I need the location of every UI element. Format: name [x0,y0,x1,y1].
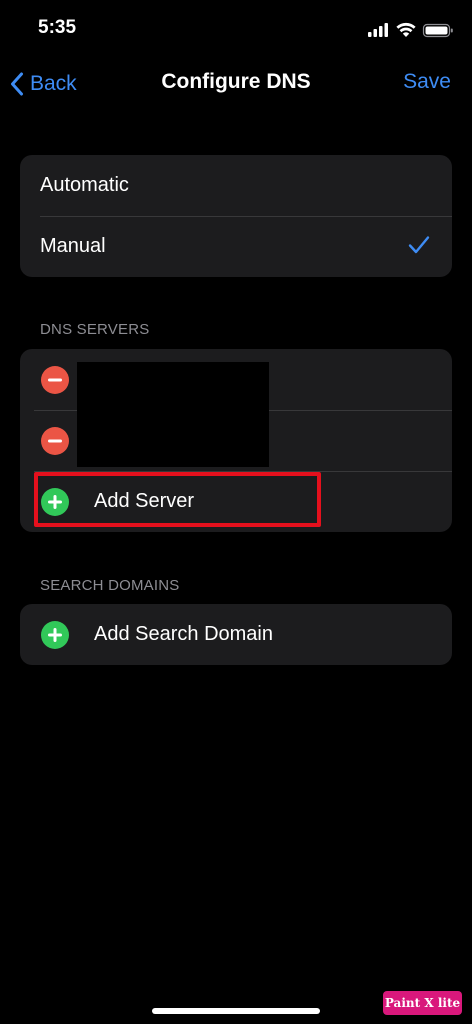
option-manual-label: Manual [40,235,106,257]
redacted-server-addresses [77,362,269,467]
add-search-domain-button[interactable] [41,621,69,649]
plus-icon [48,628,62,642]
battery-icon [422,23,453,38]
dns-servers-header: DNS SERVERS [40,321,150,338]
add-search-domain-row[interactable]: Add Search Domain [20,604,452,665]
option-automatic-label: Automatic [40,174,129,196]
watermark-logo: Paint X lite [383,991,462,1015]
add-server-row[interactable]: Add Server [20,471,452,532]
status-icons [368,21,454,39]
add-search-domain-label: Add Search Domain [94,623,273,645]
search-domains-group: Add Search Domain [20,604,452,665]
divider [34,471,452,472]
page-title: Configure DNS [161,70,311,93]
status-time: 5:35 [38,17,77,38]
plus-icon [48,495,62,509]
minus-icon [48,378,62,382]
search-domains-header: SEARCH DOMAINS [40,577,180,594]
divider [40,216,452,217]
wifi-icon [396,22,416,37]
cellular-signal-icon [368,23,388,37]
add-server-label: Add Server [94,490,195,512]
add-server-button[interactable] [41,488,69,516]
option-manual[interactable]: Manual [20,216,452,277]
dns-mode-group: Automatic Manual [20,155,452,277]
checkmark-icon [408,236,430,254]
minus-icon [48,439,62,443]
option-automatic[interactable]: Automatic [20,155,452,216]
save-button[interactable]: Save [403,70,451,94]
remove-server-button[interactable] [41,366,69,394]
remove-server-button[interactable] [41,427,69,455]
home-indicator[interactable] [152,1008,320,1014]
